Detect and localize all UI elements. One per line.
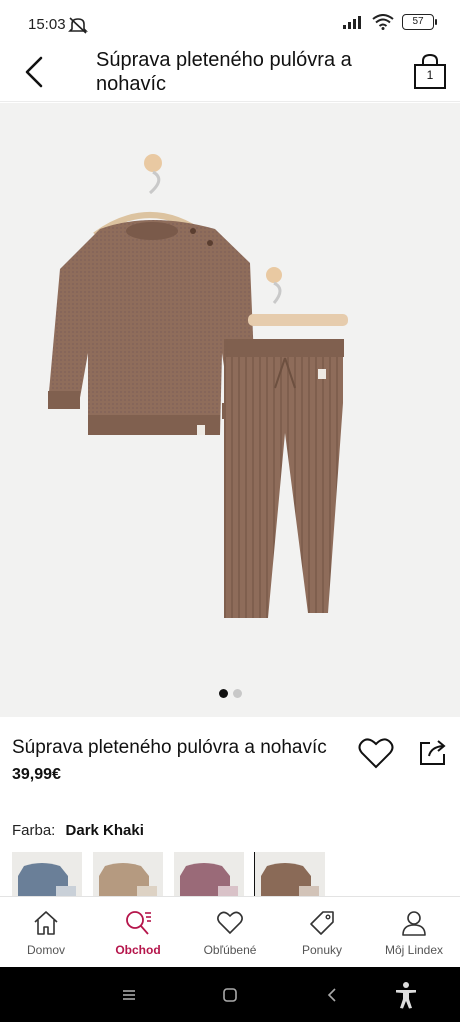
swatch-thumbnail [18, 863, 76, 898]
accessibility-button[interactable] [392, 981, 420, 1009]
menu-icon [123, 990, 135, 1000]
square-icon [223, 988, 237, 1002]
color-swatch-beige[interactable] [93, 852, 163, 898]
app-header: Súprava pleteného pulóvra a nohavíc 1 [0, 44, 460, 102]
nav-label: Domov [26, 943, 65, 957]
product-title: Súprava pleteného pulóvra a nohavíc [12, 737, 327, 758]
back-system-button[interactable] [318, 981, 346, 1009]
nav-offers[interactable]: Ponuky [276, 897, 368, 967]
carousel-dot-1[interactable] [218, 689, 228, 698]
status-bar: 15:03 57 [0, 0, 460, 44]
swatch-thumbnail [99, 863, 157, 898]
nav-my-lindex[interactable]: Môj Lindex [368, 897, 460, 967]
share-button[interactable] [417, 736, 449, 768]
mute-icon [68, 17, 88, 34]
nav-shop[interactable]: Obchod [92, 897, 184, 967]
nav-favorites[interactable]: Obľúbené [184, 897, 276, 967]
product-image[interactable] [0, 103, 460, 717]
heart-icon [217, 911, 243, 935]
cart-count-badge: 1 [426, 68, 434, 82]
swatch-thumbnail [261, 863, 319, 898]
color-swatch-mauve[interactable] [174, 852, 244, 898]
carousel-dot-2[interactable] [232, 689, 242, 698]
recent-apps-button[interactable] [115, 981, 143, 1009]
chevron-left-icon [25, 56, 43, 88]
battery-icon: 57 [402, 14, 437, 30]
signal-icon [343, 16, 361, 29]
favorite-button[interactable] [358, 736, 394, 770]
nav-label: Obľúbené [203, 943, 257, 957]
heart-icon [358, 738, 394, 769]
status-time: 15:03 [28, 16, 66, 33]
color-value: Dark Khaki [65, 822, 144, 839]
color-swatch-dark-khaki[interactable] [254, 852, 325, 898]
color-swatch-blue[interactable] [12, 852, 82, 898]
product-price: 39,99€ [12, 766, 61, 783]
home-icon [34, 911, 58, 935]
accessibility-icon [396, 982, 416, 1009]
wifi-icon [372, 14, 394, 30]
back-button[interactable] [16, 52, 52, 92]
swatch-thumbnail [180, 863, 238, 898]
triangle-back-icon [327, 988, 336, 1002]
bottom-navigation: Domov Obchod Obľúbené Ponuky Môj Lindex [0, 896, 460, 967]
nav-label: Ponuky [301, 943, 343, 957]
nav-label: Môj Lindex [384, 943, 444, 957]
system-navigation-bar [0, 967, 460, 1022]
page-title: Súprava pleteného pulóvra a nohavíc [96, 49, 352, 95]
product-photo [48, 154, 348, 618]
tag-icon [310, 911, 334, 935]
share-icon [420, 740, 446, 765]
carousel-dots[interactable] [0, 689, 460, 698]
cart-button[interactable]: 1 [410, 52, 450, 92]
color-swatches [12, 852, 325, 898]
status-icons: 57 [342, 14, 437, 30]
home-system-button[interactable] [216, 981, 244, 1009]
color-label: Farba: [12, 822, 56, 839]
nav-home[interactable]: Domov [0, 897, 92, 967]
nav-label: Obchod [115, 943, 161, 957]
user-icon [402, 911, 426, 936]
shop-search-icon [126, 911, 151, 935]
color-selector-label: Farba: Dark Khaki [12, 822, 144, 839]
